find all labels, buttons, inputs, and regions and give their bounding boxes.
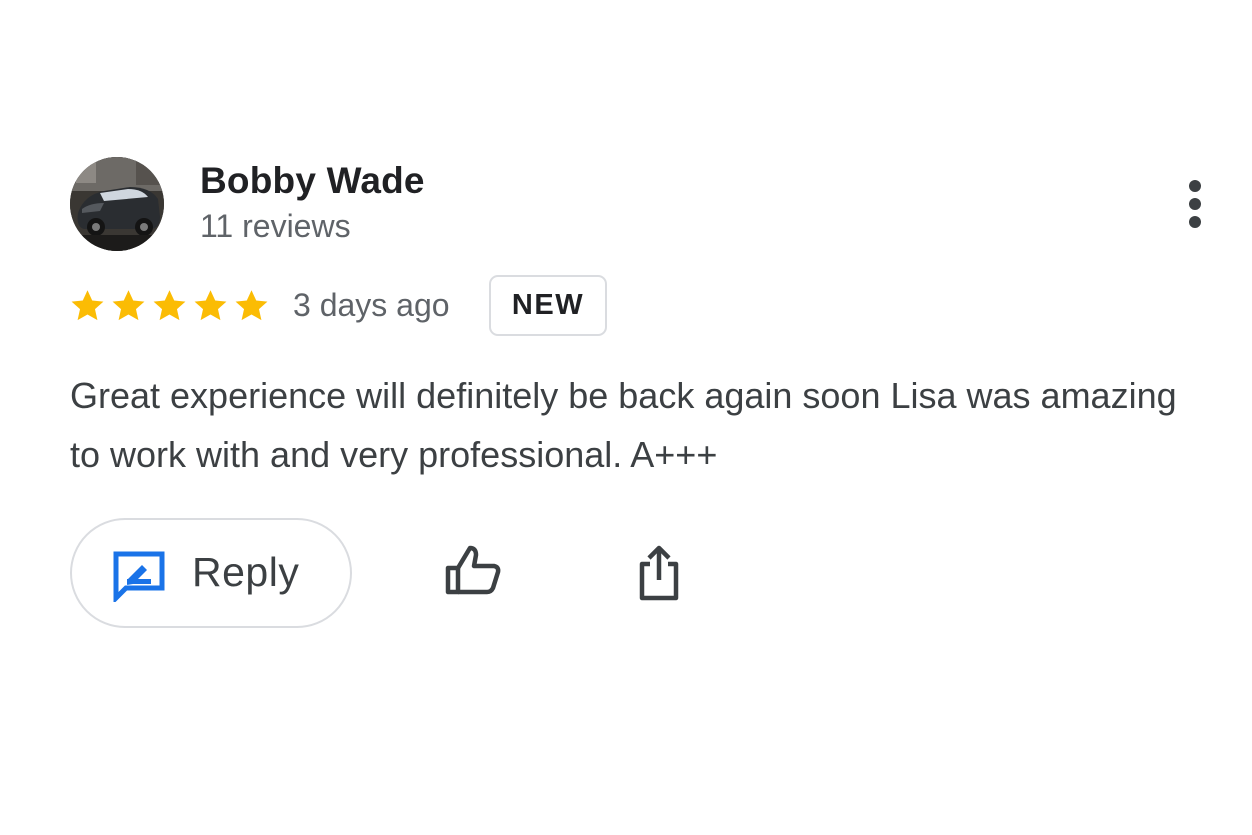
star-icon [153,290,186,321]
more-dot [1189,198,1201,210]
avatar[interactable] [70,157,164,251]
like-button[interactable] [440,540,506,606]
star-icon [112,290,145,321]
review-time: 3 days ago [293,287,450,323]
star-icon [235,290,268,321]
reply-label: Reply [192,549,300,595]
review-text: Great experience will definitely be back… [70,375,1177,475]
star-rating [68,283,271,329]
thumbs-up-icon [445,545,501,595]
author-name[interactable]: Bobby Wade [200,160,425,202]
car-photo-icon [70,157,164,251]
share-icon [639,545,679,601]
new-badge: NEW [489,275,607,336]
star-icon [194,290,227,321]
reply-edit-icon [113,551,165,602]
more-options-button[interactable] [1172,174,1220,234]
review-card: Bobby Wade 11 reviews 3 days ago NEW Gre… [0,0,1252,835]
share-button[interactable] [628,540,690,606]
author-review-count: 11 reviews [200,208,351,244]
reply-button[interactable]: Reply [70,518,352,628]
star-icon [71,290,104,321]
more-vertical-icon [1189,180,1201,192]
more-dot [1189,216,1201,228]
